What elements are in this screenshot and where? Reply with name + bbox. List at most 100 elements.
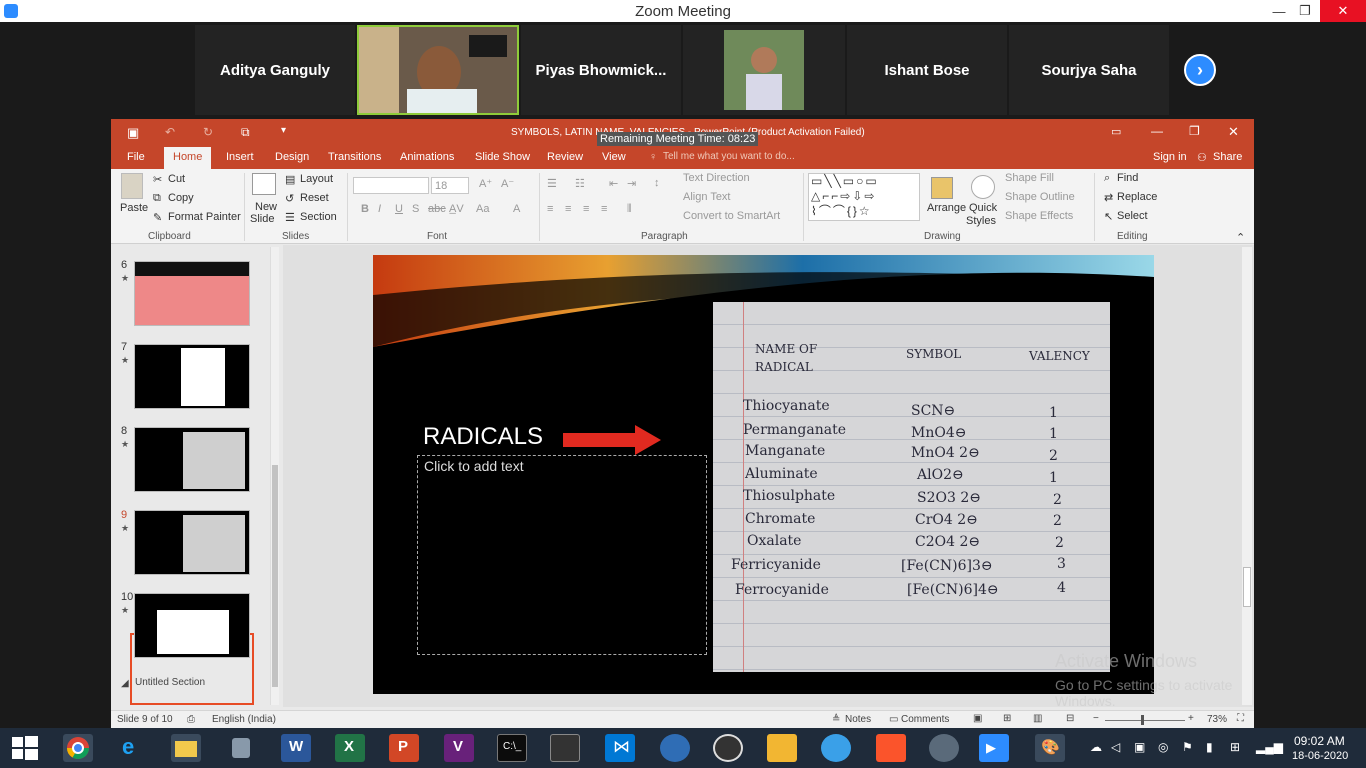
sign-in-link[interactable]: Sign in (1153, 151, 1187, 163)
find-icon[interactable]: ⌕ (1104, 172, 1110, 185)
content-placeholder[interactable]: Click to add text (417, 455, 707, 655)
paste-icon[interactable] (121, 173, 143, 199)
italic-button[interactable]: I (378, 203, 381, 215)
new-slide-button-line2[interactable]: Slide (250, 213, 274, 225)
signal-icon[interactable]: ▂▄▆ (1256, 740, 1283, 754)
fit-slide-icon[interactable]: ⛶ (1237, 713, 1244, 724)
zoom-in-icon[interactable]: + (1188, 713, 1194, 724)
close-button[interactable]: ✕ (1320, 0, 1366, 22)
layout-button[interactable]: Layout (300, 173, 333, 185)
chrome-icon[interactable] (63, 734, 93, 762)
font-color-icon[interactable]: A (513, 203, 520, 215)
shapes-gallery[interactable]: ▭╲╲▭○▭ △⌐⌐⇨⇩⇨ ⌇⌒⌒{}☆ (808, 173, 920, 221)
tab-animations[interactable]: Animations (400, 151, 454, 163)
flag-icon[interactable]: ⚑ (1182, 740, 1193, 754)
app-icon[interactable] (226, 734, 256, 762)
quick-styles-icon[interactable] (971, 175, 995, 199)
select-icon[interactable]: ↖ (1104, 210, 1113, 223)
zoom-slider[interactable] (1105, 715, 1185, 725)
slide-thumbnail-selected[interactable] (134, 510, 250, 575)
slide-thumbnail[interactable] (134, 427, 250, 492)
quick-styles-button-line2[interactable]: Styles (966, 215, 996, 227)
tab-slide-show[interactable]: Slide Show (475, 151, 530, 163)
bold-button[interactable]: B (361, 203, 369, 215)
cut-button[interactable]: Cut (168, 173, 185, 185)
ppt-minimize-button[interactable]: — (1151, 124, 1163, 138)
shape-fill-button[interactable]: Shape Fill (1005, 172, 1054, 184)
participant-video[interactable] (357, 25, 519, 115)
section-collapse-icon[interactable]: ◢ (121, 678, 129, 689)
numbering-icon[interactable]: ☷ (575, 177, 585, 190)
slide-canvas[interactable]: RADICALS Click to add text NAME OF RADIC… (373, 255, 1154, 694)
sync-icon[interactable]: ◎ (1158, 740, 1168, 754)
notes-icon[interactable]: ≜ (832, 714, 840, 725)
decrease-indent-icon[interactable]: ⇤ (609, 177, 618, 190)
slideshow-icon[interactable]: ⊟ (1066, 713, 1074, 724)
shape-effects-button[interactable]: Shape Effects (1005, 210, 1073, 222)
tab-file[interactable]: File (127, 151, 145, 163)
camera-icon[interactable]: ▣ (1134, 740, 1145, 754)
increase-font-icon[interactable]: A⁺ (479, 177, 492, 190)
character-spacing-icon[interactable]: A̲V (449, 203, 464, 215)
collapse-ribbon-icon[interactable]: ⌃ (1236, 231, 1245, 244)
slide-thumbnail[interactable] (134, 593, 250, 658)
align-left-icon[interactable]: ≡ (547, 203, 553, 215)
replace-icon[interactable]: ⇄ (1104, 191, 1113, 204)
slide-title[interactable]: RADICALS (423, 423, 543, 451)
scrollbar-thumb[interactable] (272, 465, 278, 687)
language-status[interactable]: English (India) (212, 714, 276, 725)
reset-icon[interactable]: ↺ (285, 192, 294, 205)
format-painter-icon[interactable]: ✎ (153, 211, 162, 224)
battery-icon[interactable]: ▮ (1206, 740, 1213, 754)
new-slide-icon[interactable] (252, 173, 276, 195)
replace-button[interactable]: Replace (1117, 191, 1157, 203)
zoom-taskbar-icon[interactable]: ▶ (979, 734, 1009, 762)
copy-button[interactable]: Copy (168, 192, 194, 204)
slide-thumbnail[interactable] (134, 261, 250, 326)
paint-icon[interactable]: 🎨 (1035, 734, 1065, 762)
obs-icon[interactable] (713, 734, 743, 762)
reset-button[interactable]: Reset (300, 192, 329, 204)
slide-sorter-icon[interactable]: ⊞ (1003, 713, 1011, 724)
arrange-icon[interactable] (931, 177, 953, 199)
normal-view-icon[interactable]: ▣ (973, 713, 982, 724)
slide-thumbnail[interactable] (134, 344, 250, 409)
justify-icon[interactable]: ≡ (601, 203, 607, 215)
underline-button[interactable]: U (395, 203, 403, 215)
participant-tile[interactable]: Ishant Bose (847, 25, 1007, 115)
gallery-next-button[interactable]: › (1184, 54, 1216, 86)
text-direction-button[interactable]: Text Direction (683, 172, 750, 184)
clock-time[interactable]: 09:02 AM (1294, 734, 1345, 748)
tab-design[interactable]: Design (275, 151, 309, 163)
align-right-icon[interactable]: ≡ (583, 203, 589, 215)
layout-icon[interactable]: ▤ (285, 173, 295, 186)
zoom-out-icon[interactable]: − (1093, 713, 1099, 724)
zoom-slider-thumb[interactable] (1141, 715, 1144, 725)
command-prompt-icon[interactable]: C:\_ (497, 734, 527, 762)
comments-button[interactable]: Comments (901, 714, 949, 725)
cut-icon[interactable]: ✂ (153, 173, 162, 186)
zoom-level[interactable]: 73% (1207, 714, 1227, 725)
bullets-icon[interactable]: ☰ (547, 177, 557, 190)
shape-outline-button[interactable]: Shape Outline (1005, 191, 1075, 203)
format-painter-button[interactable]: Format Painter (168, 211, 241, 223)
clock-date[interactable]: 18-06-2020 (1292, 750, 1348, 762)
volume-icon[interactable]: ◁ (1111, 740, 1120, 754)
decrease-font-icon[interactable]: A⁻ (501, 177, 514, 190)
excel-icon[interactable]: X (335, 734, 365, 762)
thunderbird-icon[interactable] (660, 734, 690, 762)
participant-tile[interactable]: Aditya Ganguly (195, 25, 355, 115)
redo-icon[interactable]: ↻ (203, 125, 213, 139)
tab-view[interactable]: View (602, 151, 626, 163)
internet-explorer-icon[interactable]: e (118, 734, 148, 762)
tab-home[interactable]: Home (164, 147, 212, 169)
smartart-button[interactable]: Convert to SmartArt (683, 210, 780, 222)
arrange-button[interactable]: Arrange (927, 202, 966, 214)
comments-icon[interactable]: ▭ (889, 714, 898, 725)
powerpoint-icon[interactable]: P (389, 734, 419, 762)
network-icon[interactable]: ⊞ (1230, 740, 1240, 754)
font-name-dropdown[interactable] (353, 177, 429, 194)
share-button[interactable]: Share (1213, 151, 1242, 163)
presentation-icon[interactable]: ⧉ (241, 125, 250, 140)
file-explorer-icon[interactable] (171, 734, 201, 762)
